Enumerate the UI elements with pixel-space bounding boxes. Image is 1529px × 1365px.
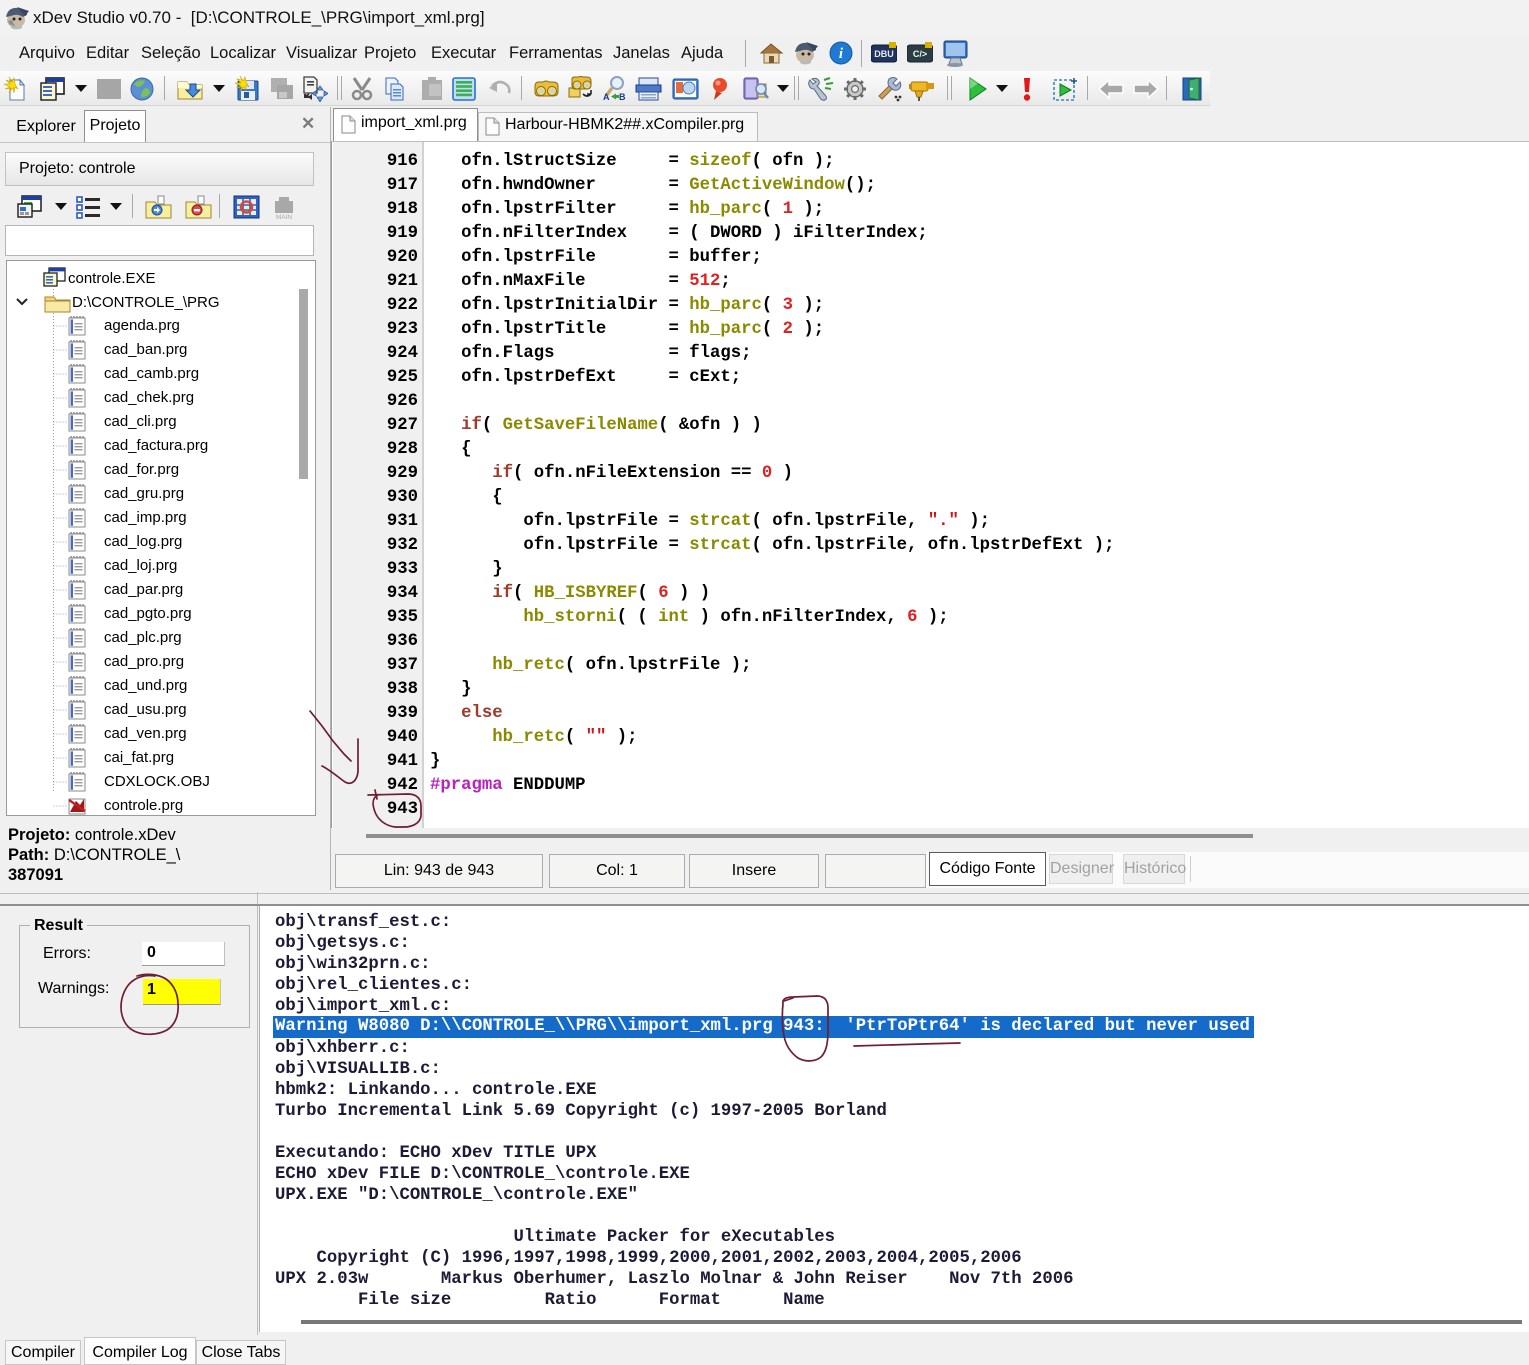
svg-text:B: B [619, 92, 626, 102]
svg-text:C/>: C/> [913, 49, 927, 59]
svg-text:DBU: DBU [874, 49, 894, 59]
svg-text:MAIN: MAIN [276, 214, 293, 220]
svg-text:A: A [603, 92, 610, 102]
